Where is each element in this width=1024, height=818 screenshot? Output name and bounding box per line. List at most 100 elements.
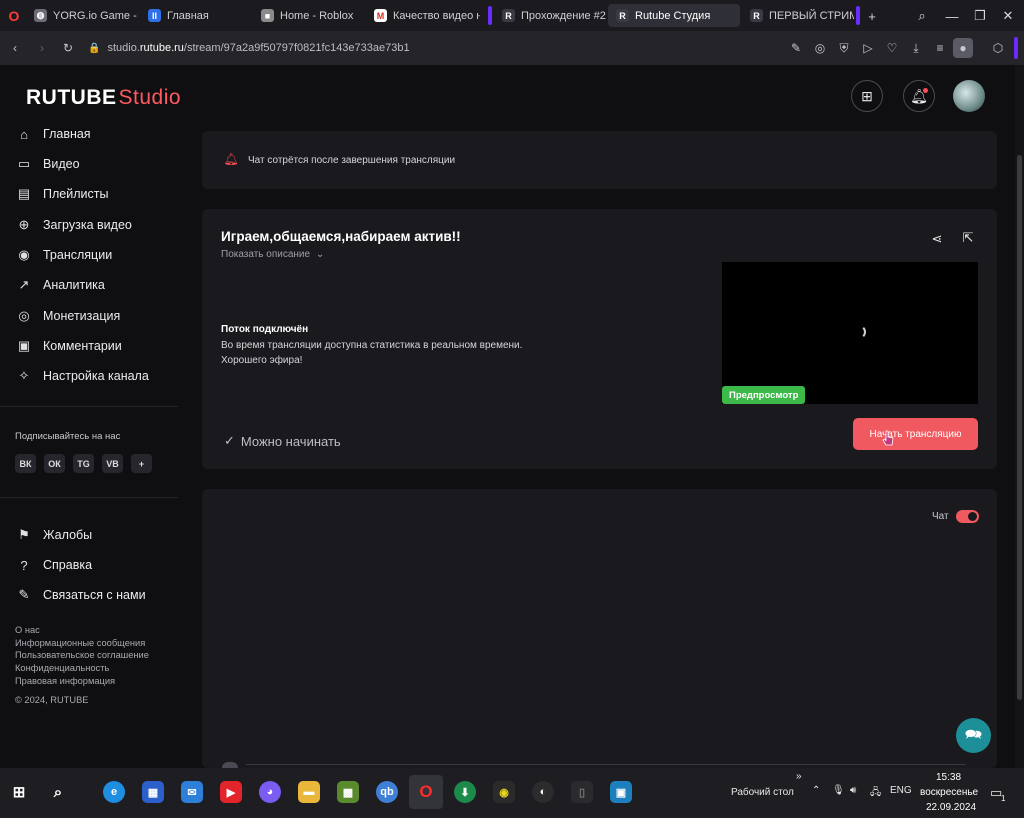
url-field[interactable]: 🔒 studio. rutube.ru/stream/97a2a9f50797f0… [88,36,788,60]
windows-start-icon[interactable]: ⊞ [2,775,36,809]
logo-sub: Studio [118,86,182,109]
rutube-icon: R [616,9,629,22]
viber-icon[interactable]: VB [102,454,123,473]
clock-date[interactable]: 22.09.2024 [926,802,976,813]
comments-icon: ▣ [17,338,31,353]
browser-tab-3[interactable]: M Качество видео на R [366,4,480,27]
language-indicator[interactable]: ENG [890,785,912,796]
footer-link-privacy[interactable]: Конфиденциальность [15,663,109,673]
browser-tab-1[interactable]: II Главная [140,4,252,27]
overflow-chevron-icon[interactable]: » [796,771,802,782]
mail-icon[interactable]: ✉ [175,775,209,809]
download-icon[interactable]: ⤓ [906,38,926,58]
qbittorrent-icon[interactable]: qb [370,775,404,809]
rutube-icon: R [750,9,763,22]
microphone-icon[interactable]: 🎙︎ [832,785,845,796]
ready-label: Можно начинать [240,433,341,449]
rutube-studio-logo[interactable]: RUTUBE Studio [26,86,181,110]
browser-tab-5[interactable]: R Rutube Студия [608,4,740,27]
discord-icon[interactable]: ◕ [253,775,287,809]
app-icon[interactable]: ▣ [604,775,638,809]
sidebar-item-video[interactable]: ▭ Видео [15,153,80,175]
roblox-icon: ■ [261,9,274,22]
vk-icon[interactable]: ВК [15,454,36,473]
sidebar-item-contact[interactable]: ✎ Связаться с нами [15,584,146,606]
footer-link-about[interactable]: О нас [15,625,40,635]
browser-tab-2[interactable]: ■ Home - Roblox [253,4,363,27]
new-tab-icon[interactable]: + [862,6,882,26]
sidebar-item-home[interactable]: ⌂ Главная [15,123,91,145]
shield-icon[interactable]: ⛨ [834,38,854,58]
stream-preview[interactable] [722,262,978,404]
store-icon[interactable]: ▦ [136,775,170,809]
external-link-icon[interactable]: ⇱ [959,229,977,247]
browser-tab-6[interactable]: R ПЕРВЫЙ СТРИМ!!! Ж [742,4,854,27]
minecraft-icon[interactable]: ▩ [331,775,365,809]
back-icon[interactable]: ‹ [5,38,25,58]
show-description-toggle[interactable]: Показать описание ⌄ [221,249,324,260]
footer-link-legal[interactable]: Правовая информация [15,676,115,686]
start-broadcast-button[interactable]: Начать трансляцию [853,418,978,450]
heart-icon[interactable]: ♡ [882,38,902,58]
opera-icon[interactable]: O [409,775,443,809]
footer-link-terms[interactable]: Пользовательское соглашение [15,650,149,660]
obs-icon[interactable]: ◐ [526,775,560,809]
minimize-icon[interactable]: — [942,6,962,26]
app-icon[interactable]: ▯ [565,775,599,809]
search-icon[interactable]: ⌕ [41,775,75,809]
network-icon[interactable]: 🖧 [870,785,881,802]
sidebar-item-channel-settings[interactable]: ✧ Настройка канала [15,365,149,387]
sidebar-item-playlists[interactable]: ▤ Плейлисты [15,183,109,205]
sidebar-item-help[interactable]: ? Справка [15,554,92,576]
pause-icon: II [148,9,161,22]
sidebar-item-broadcasts[interactable]: ◉ Трансляции [15,244,112,266]
file-explorer-icon[interactable]: ▬ [292,775,326,809]
snapshot-icon[interactable]: ◎ [810,38,830,58]
loading-spinner-icon [852,325,866,339]
play-icon[interactable]: ▷ [858,38,878,58]
sidebar-item-analytics[interactable]: ↗ Аналитика [15,274,105,296]
sidebar-indicator [1014,37,1018,59]
forward-icon[interactable]: › [32,38,52,58]
edit-page-icon[interactable]: ✎ [786,38,806,58]
sidebar-item-upload[interactable]: ⊕ Загрузка видео [15,214,132,236]
browser-tab-0[interactable]: ◍ YORG.io Game - Tow [26,4,138,27]
extensions-icon[interactable]: ⬡ [988,38,1008,58]
clock-time[interactable]: 15:38 [936,772,961,783]
lock-icon: 🔒 [88,42,101,54]
more-socials-icon[interactable]: + [131,454,152,473]
sidebar-item-label: Монетизация [43,309,121,323]
tray-expand-icon[interactable]: ⌃ [812,785,820,796]
notifications-button[interactable]: 🔔︎ [903,80,935,112]
sidebar-item-monetization[interactable]: ◎ Монетизация [15,305,120,327]
search-tabs-icon[interactable]: ⌕ [912,6,932,26]
support-chat-button[interactable]: 🗪 [956,718,991,753]
restore-icon[interactable]: ❐ [970,6,990,26]
copyright: © 2024, RUTUBE [15,695,89,705]
avatar[interactable] [953,80,985,112]
create-button[interactable]: ⊞ [851,80,883,112]
ok-icon[interactable]: ОК [44,454,65,473]
edge-icon[interactable]: e [97,775,131,809]
volume-icon[interactable]: 🔊︎ [850,785,856,796]
scrollbar-thumb[interactable] [1017,155,1022,700]
profile-icon[interactable]: ● [953,38,973,58]
sidebar-item-comments[interactable]: ▣ Комментарии [15,335,122,357]
notice-text: Чат сотрётся после завершения трансляции [248,155,456,166]
eye-app-icon[interactable]: ◉ [487,775,521,809]
browser-tab-4[interactable]: R Прохождение #2 PV [494,4,606,27]
opera-logo-icon[interactable]: O [4,6,24,26]
footer-link-info[interactable]: Информационные сообщения [15,638,145,648]
chat-toggle[interactable] [956,510,979,523]
download-manager-icon[interactable]: ⬇ [448,775,482,809]
reload-icon[interactable]: ↻ [58,38,78,58]
share-icon[interactable]: ⋖ [928,230,946,248]
clock-day[interactable]: воскресенье [920,787,978,798]
menu-icon[interactable]: ≡ [930,38,950,58]
sidebar-item-complaints[interactable]: ⚑ Жалобы [15,524,92,546]
youtube-icon[interactable]: ▶ [214,775,248,809]
stream-title: Играем,общаемся,набираем актив!! [221,229,461,244]
close-icon[interactable]: ✕ [998,6,1018,26]
telegram-icon[interactable]: TG [73,454,94,473]
desktop-toolbar-label[interactable]: Рабочий стол [731,787,794,798]
